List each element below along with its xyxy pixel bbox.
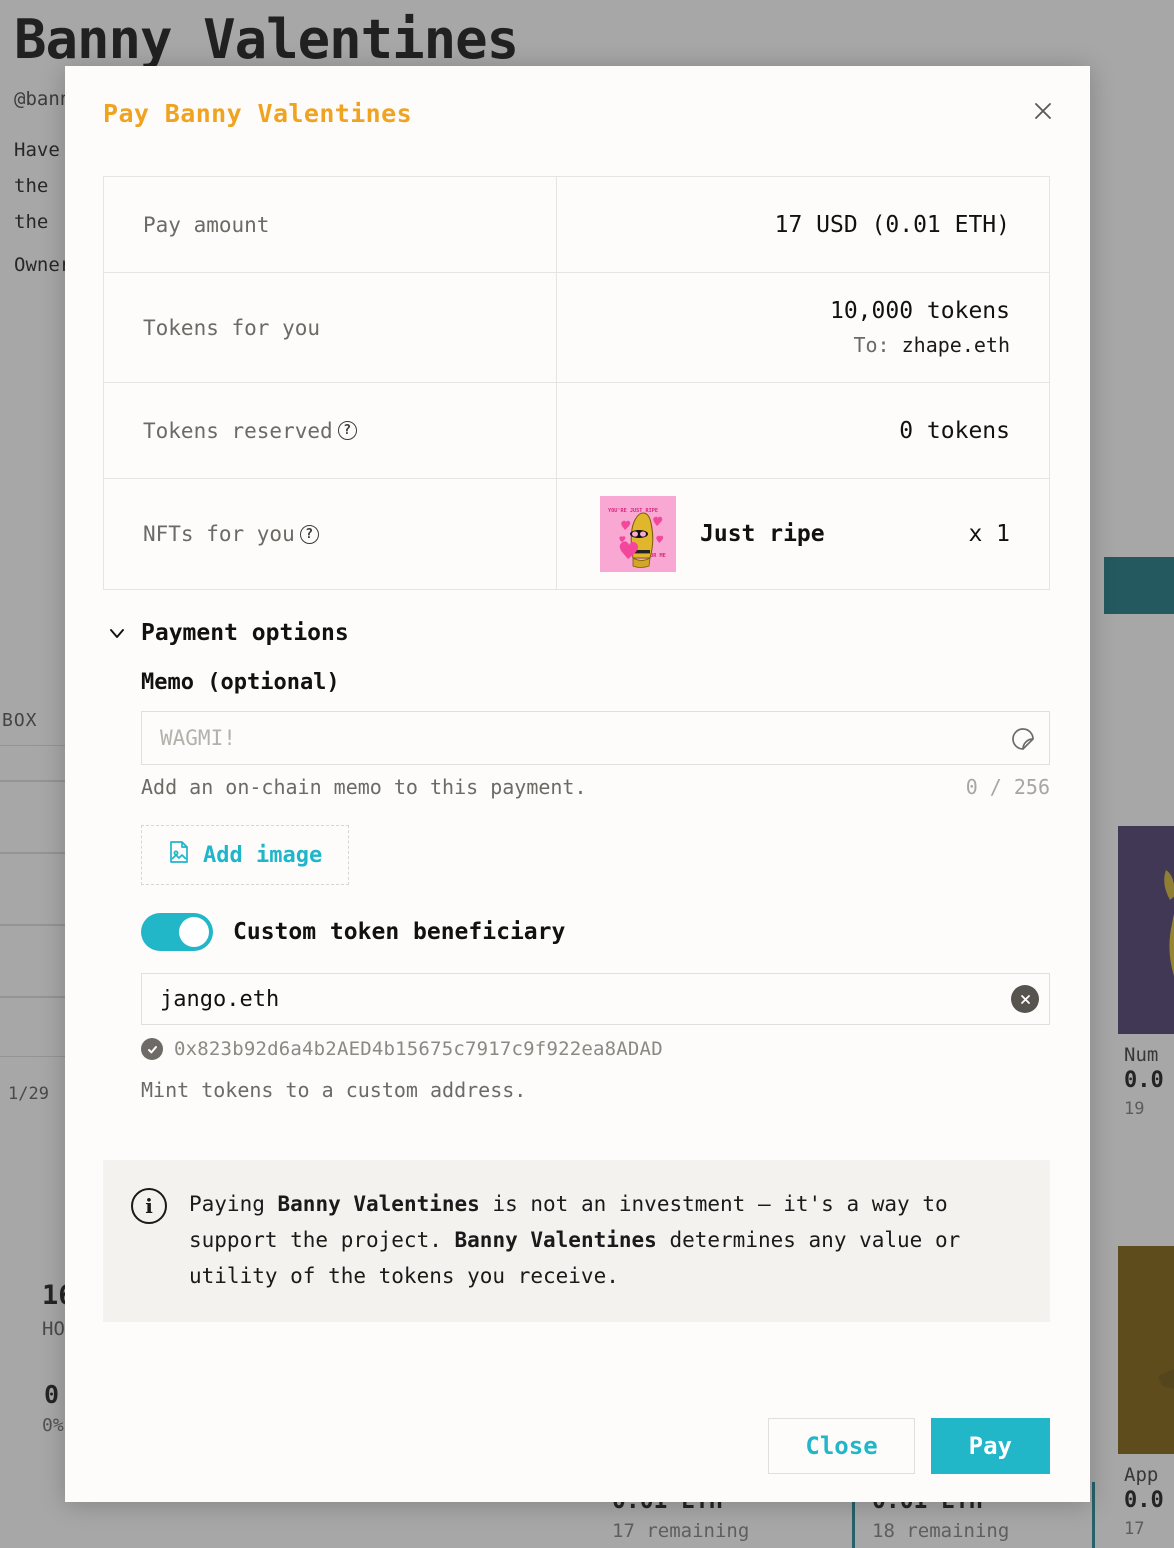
nfts-for-you-label: NFTs for you: [143, 522, 295, 546]
payment-options-toggle[interactable]: Payment options: [103, 620, 349, 646]
add-image-button[interactable]: Add image: [141, 825, 350, 885]
chevron-down-icon: [107, 623, 127, 643]
modal-header: Pay Banny Valentines: [65, 66, 1090, 176]
summary-row-label: NFTs for you?: [104, 479, 557, 589]
sticker-icon[interactable]: [1004, 720, 1042, 758]
page-root: Banny Valentines @banny Have ho has the: [0, 0, 1174, 1548]
toggle-knob: [179, 917, 209, 947]
summary-row-value-cell: YOU'RE JUST RIPE FOR ME Just ripe x 1: [557, 479, 1049, 589]
summary-row-value-cell: 0 tokens: [557, 383, 1049, 478]
tokens-for-you-value: 10,000 tokens: [829, 298, 1010, 324]
custom-beneficiary-toggle-row: Custom token beneficiary: [141, 913, 1052, 951]
memo-hint: Add an on-chain memo to this payment.: [141, 775, 587, 799]
tokens-beneficiary-value: zhape.eth: [901, 333, 1010, 357]
close-icon[interactable]: [1022, 90, 1064, 132]
nft-thumbnail[interactable]: YOU'RE JUST RIPE FOR ME: [600, 496, 676, 572]
add-image-label: Add image: [203, 842, 323, 868]
tokens-beneficiary-prefix: To:: [853, 333, 902, 357]
beneficiary-address-text: 0x823b92d6a4b2AED4b15675c7917c9f922ea8AD…: [174, 1038, 663, 1060]
pay-button[interactable]: Pay: [930, 1418, 1050, 1474]
clear-icon[interactable]: [1011, 985, 1039, 1013]
table-row: Pay amount 17 USD (0.01 ETH): [104, 177, 1049, 273]
tokens-reserved-value: 0 tokens: [899, 417, 1010, 444]
custom-token-beneficiary-label: Custom token beneficiary: [233, 919, 566, 945]
nft-name: Just ripe: [700, 521, 825, 547]
payment-options-fields: Memo (optional) Add an on-chain memo to …: [103, 670, 1052, 1102]
nft-line: YOU'RE JUST RIPE FOR ME Just ripe x 1: [596, 496, 1010, 572]
table-row: Tokens for you 10,000 tokens To: zhape.e…: [104, 273, 1049, 383]
modal-title: Pay Banny Valentines: [103, 99, 413, 128]
help-icon[interactable]: ?: [299, 524, 319, 544]
summary-row-label: Pay amount: [104, 177, 557, 272]
modal-footer: Close Pay: [65, 1418, 1090, 1502]
memo-field-wrapper: [141, 711, 1050, 765]
summary-row-value-cell: 10,000 tokens To: zhape.eth: [557, 273, 1049, 382]
memo-character-counter: 0 / 256: [965, 775, 1050, 799]
memo-footer: Add an on-chain memo to this payment. 0 …: [141, 775, 1050, 799]
custom-token-beneficiary-toggle[interactable]: [141, 913, 213, 951]
beneficiary-resolved-address: 0x823b92d6a4b2AED4b15675c7917c9f922ea8AD…: [141, 1038, 1052, 1060]
payment-options-title: Payment options: [141, 620, 349, 646]
help-icon[interactable]: ?: [337, 421, 357, 440]
table-row: NFTs for you? YOU'RE JUST RIPE FOR ME Ju…: [104, 479, 1049, 589]
summary-row-value-cell: 17 USD (0.01 ETH): [557, 177, 1049, 272]
svg-text:YOU'RE JUST RIPE: YOU'RE JUST RIPE: [608, 508, 658, 514]
disclaimer-notice: i Paying Banny Valentines is not an inve…: [103, 1160, 1050, 1322]
modal-body: Pay amount 17 USD (0.01 ETH) Tokens for …: [65, 176, 1090, 1418]
nft-quantity: x 1: [968, 521, 1010, 547]
disclaimer-text: Paying Banny Valentines is not an invest…: [189, 1192, 961, 1288]
memo-input[interactable]: [141, 711, 1050, 765]
tokens-beneficiary-line: To: zhape.eth: [853, 333, 1010, 357]
beneficiary-hint: Mint tokens to a custom address.: [141, 1078, 527, 1102]
beneficiary-input[interactable]: [141, 973, 1050, 1025]
summary-row-label: Tokens for you: [104, 273, 557, 382]
tokens-reserved-label: Tokens reserved: [143, 418, 333, 443]
table-row: Tokens reserved? 0 tokens: [104, 383, 1049, 479]
memo-label: Memo (optional): [141, 670, 340, 695]
pay-amount-value: 17 USD (0.01 ETH): [774, 211, 1010, 238]
summary-row-label: Tokens reserved?: [104, 383, 557, 478]
project-name-emphasis: Banny Valentines: [277, 1192, 480, 1216]
close-button[interactable]: Close: [768, 1418, 915, 1474]
check-icon: [141, 1038, 163, 1060]
payment-summary-table: Pay amount 17 USD (0.01 ETH) Tokens for …: [103, 176, 1050, 590]
image-file-icon: [168, 840, 190, 870]
project-name-emphasis: Banny Valentines: [454, 1228, 657, 1252]
pay-modal: Pay Banny Valentines Pay amount 17 USD (…: [65, 66, 1090, 1502]
beneficiary-field-wrapper: [141, 973, 1050, 1025]
info-icon: i: [131, 1188, 167, 1224]
